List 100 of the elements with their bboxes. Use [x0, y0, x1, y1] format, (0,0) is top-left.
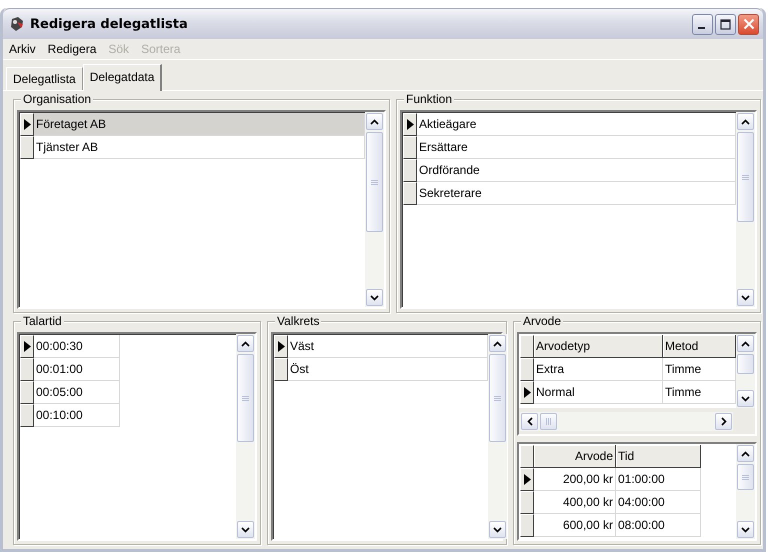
table-cell[interactable]: 04:00:00	[616, 491, 701, 514]
scroll-down-button[interactable]	[366, 289, 383, 306]
horizontal-scrollbar[interactable]	[520, 412, 733, 430]
scroll-thumb[interactable]	[237, 354, 254, 442]
chevron-up-icon	[493, 340, 502, 346]
scroll-thumb[interactable]	[737, 132, 754, 222]
grip-icon	[242, 394, 249, 402]
pointer-icon	[524, 474, 530, 485]
table-cell[interactable]: 01:00:00	[616, 468, 701, 491]
column-header[interactable]: Metod	[663, 335, 736, 358]
pointer-icon	[406, 119, 414, 130]
app-icon	[9, 16, 25, 32]
scroll-thumb[interactable]	[489, 354, 506, 442]
menu-item[interactable]: Redigera	[46, 42, 98, 56]
chevron-down-icon	[741, 526, 750, 532]
row-indicator[interactable]	[20, 404, 34, 427]
chevron-up-icon	[241, 340, 250, 346]
chevron-up-icon	[741, 340, 750, 346]
scroll-up-button[interactable]	[737, 335, 754, 352]
row-indicator[interactable]	[403, 113, 417, 136]
grip-icon	[742, 174, 749, 180]
row-indicator[interactable]	[520, 381, 534, 404]
vertical-scrollbar[interactable]	[736, 444, 755, 539]
row-indicator[interactable]	[20, 113, 34, 136]
scroll-right-button[interactable]	[715, 412, 732, 430]
scroll-down-button[interactable]	[737, 521, 754, 538]
row-indicator[interactable]	[520, 491, 534, 514]
scroll-down-button[interactable]	[737, 289, 754, 306]
maximize-button[interactable]	[715, 14, 736, 34]
scroll-up-button[interactable]	[737, 113, 754, 130]
group-title: Funktion	[404, 92, 454, 106]
tab[interactable]: Delegatdata	[82, 64, 162, 91]
table-cell[interactable]: Sekreterare	[417, 182, 736, 205]
close-icon	[742, 18, 754, 30]
group-title: Talartid	[21, 314, 64, 328]
scroll-thumb[interactable]	[540, 412, 557, 430]
table-cell[interactable]: Tjänster AB	[34, 136, 365, 159]
row-indicator[interactable]	[20, 358, 34, 381]
table-cell[interactable]: Aktieägare	[417, 113, 736, 136]
table-cell[interactable]: 200,00 kr	[534, 468, 616, 491]
table-cell[interactable]: 600,00 kr	[534, 514, 616, 537]
pointer-icon	[524, 387, 530, 398]
chevron-down-icon	[493, 526, 502, 532]
minimize-button[interactable]	[692, 14, 713, 34]
row-indicator[interactable]	[274, 335, 288, 358]
table-cell[interactable]: Företaget AB	[34, 113, 365, 136]
scroll-down-button[interactable]	[237, 521, 254, 538]
table-cell[interactable]: Väst	[288, 335, 488, 358]
scroll-up-button[interactable]	[489, 335, 506, 352]
scroll-down-button[interactable]	[489, 521, 506, 538]
row-indicator[interactable]	[520, 468, 534, 491]
table-cell[interactable]: 00:01:00	[34, 358, 120, 381]
row-indicator[interactable]	[403, 136, 417, 159]
vertical-scrollbar[interactable]	[236, 334, 255, 539]
vertical-scrollbar[interactable]	[488, 334, 507, 539]
row-indicator[interactable]	[520, 514, 534, 537]
table-cell[interactable]: 00:05:00	[34, 381, 120, 404]
scroll-thumb[interactable]	[737, 464, 754, 490]
scroll-up-button[interactable]	[237, 335, 254, 352]
table-cell[interactable]: Normal	[534, 381, 663, 404]
group-title: Organisation	[21, 92, 94, 106]
pointer-icon	[24, 341, 30, 352]
scroll-down-button[interactable]	[737, 390, 754, 407]
vertical-scrollbar[interactable]	[365, 112, 384, 307]
column-header[interactable]: Tid	[616, 445, 701, 468]
table-cell[interactable]: 00:10:00	[34, 404, 120, 427]
table-cell[interactable]: 00:00:30	[34, 335, 120, 358]
scroll-thumb[interactable]	[737, 354, 754, 374]
table-cell[interactable]: 400,00 kr	[534, 491, 616, 514]
row-indicator[interactable]	[20, 335, 34, 358]
chevron-right-icon	[720, 416, 726, 426]
chevron-left-icon	[526, 416, 532, 426]
scroll-thumb[interactable]	[366, 132, 383, 232]
grip-icon	[742, 474, 749, 480]
scroll-left-button[interactable]	[521, 412, 538, 430]
menu-item[interactable]: Arkiv	[8, 42, 37, 56]
chevron-up-icon	[370, 118, 379, 124]
chevron-down-icon	[370, 294, 379, 300]
scroll-up-button[interactable]	[366, 113, 383, 130]
table-cell[interactable]: Öst	[288, 358, 488, 381]
row-indicator[interactable]	[274, 358, 288, 381]
row-indicator[interactable]	[403, 159, 417, 182]
scroll-up-button[interactable]	[737, 445, 754, 462]
table-cell[interactable]: Extra	[534, 358, 663, 381]
table-cell[interactable]: Ordförande	[417, 159, 736, 182]
row-indicator[interactable]	[403, 182, 417, 205]
minimize-icon	[698, 27, 704, 29]
tab[interactable]: Delegatlista	[6, 67, 83, 90]
table-cell[interactable]: Ersättare	[417, 136, 736, 159]
grip-icon	[371, 178, 378, 186]
row-indicator[interactable]	[20, 381, 34, 404]
row-indicator[interactable]	[20, 136, 34, 159]
window-title: Redigera delegatlista	[30, 16, 189, 32]
column-header[interactable]: Arvodetyp	[534, 335, 663, 358]
table-cell[interactable]: 08:00:00	[616, 514, 701, 537]
row-indicator[interactable]	[520, 358, 534, 381]
close-button[interactable]	[738, 14, 759, 34]
vertical-scrollbar[interactable]	[736, 112, 755, 307]
column-header[interactable]: Arvode	[534, 445, 616, 468]
vertical-scrollbar[interactable]	[736, 334, 755, 408]
